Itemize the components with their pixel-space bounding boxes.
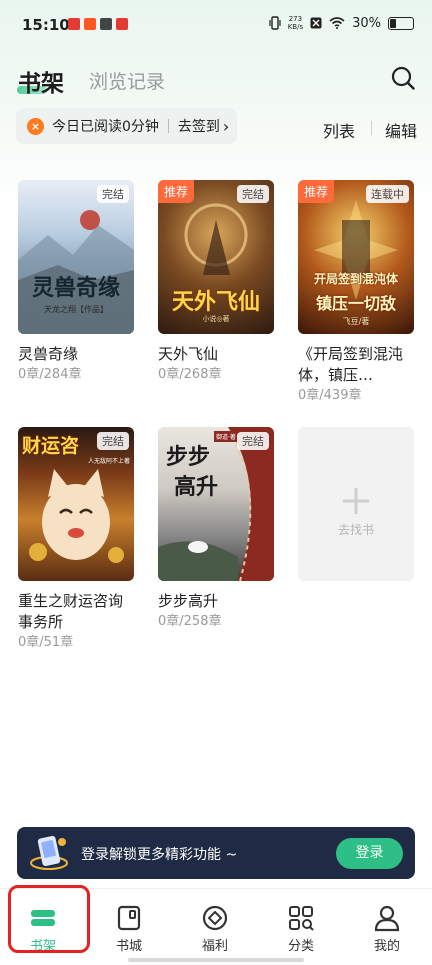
book-cover[interactable]: 财运咨 人无敌阿不上著 完结 bbox=[18, 427, 134, 581]
book-item[interactable]: 开局签到混沌体 镇压一切敌 飞豆/著 推荐 连载中 《开局签到混沌体，镇压… 0… bbox=[298, 180, 414, 405]
reading-time-text: 今日已阅读0分钟 bbox=[52, 119, 159, 135]
nav-label: 我的 bbox=[373, 939, 400, 954]
book-title: 重生之财运咨询事务所 bbox=[18, 592, 124, 631]
search-icon[interactable] bbox=[390, 65, 416, 91]
recommend-badge: 推荐 bbox=[158, 180, 195, 203]
book-cover[interactable]: 天外飞仙 小说◎著 推荐 完结 bbox=[158, 180, 274, 334]
book-progress: 0章/51章 bbox=[18, 635, 74, 650]
cover-title-line2: 镇压一切敌 bbox=[315, 294, 396, 313]
wifi-icon bbox=[329, 17, 345, 29]
bottom-nav: 书架 书城 福利 分类 我的 bbox=[0, 888, 432, 965]
nav-label: 书城 bbox=[115, 939, 142, 954]
cover-title: 天外飞仙 bbox=[171, 289, 260, 315]
status-badge: 完结 bbox=[237, 432, 269, 450]
login-banner-text: 登录解锁更多精彩功能 ~ bbox=[81, 847, 238, 863]
status-badge: 完结 bbox=[237, 185, 269, 203]
book-cover[interactable]: 灵兽奇缘 天龙之翔【作品】 完结 bbox=[18, 180, 134, 334]
book-item[interactable]: 天外飞仙 小说◎著 推荐 完结 天外飞仙 0章/268章 bbox=[158, 180, 274, 384]
cover-author: 人无敌阿不上著 bbox=[87, 458, 130, 465]
bookshelf-icon bbox=[31, 910, 55, 926]
profile-icon bbox=[374, 905, 400, 932]
nav-label: 书架 bbox=[29, 939, 56, 954]
close-circle-icon[interactable]: × bbox=[27, 117, 44, 135]
nfc-icon bbox=[310, 17, 322, 29]
find-book-button[interactable]: 去找书 bbox=[298, 427, 414, 581]
recommend-badge: 推荐 bbox=[298, 180, 335, 203]
net-speed-unit: KB/s bbox=[287, 23, 304, 31]
book-title: 灵兽奇缘 bbox=[18, 345, 79, 363]
cover-title-line1: 开局签到混沌体 bbox=[313, 272, 398, 286]
tab-browse-history[interactable]: 浏览记录 bbox=[89, 67, 165, 94]
book-cover[interactable]: 步步 高升 御道·著 完结 bbox=[158, 427, 274, 581]
status-time: 15:10 bbox=[22, 16, 70, 34]
book-progress: 0章/284章 bbox=[18, 367, 82, 382]
chevron-right-icon: › bbox=[222, 116, 230, 136]
book-progress: 0章/439章 bbox=[298, 388, 362, 403]
book-progress: 0章/258章 bbox=[158, 614, 222, 629]
coin-icon bbox=[202, 905, 228, 931]
shopping-app-icon bbox=[84, 18, 96, 30]
battery-percent: 30% bbox=[352, 15, 381, 31]
book-cover[interactable]: 开局签到混沌体 镇压一切敌 飞豆/著 推荐 连载中 bbox=[298, 180, 414, 334]
cover-title-line1: 步步 bbox=[166, 444, 211, 470]
nav-item-welfare[interactable]: 福利 bbox=[172, 889, 258, 957]
cover-author: 飞豆/著 bbox=[342, 317, 370, 326]
nav-item-bookshelf[interactable]: 书架 bbox=[0, 889, 86, 957]
book-title: 步步高升 bbox=[158, 592, 219, 610]
book-item[interactable]: 灵兽奇缘 天龙之翔【作品】 完结 灵兽奇缘 0章/284章 bbox=[18, 180, 134, 384]
find-book-label: 去找书 bbox=[337, 523, 374, 537]
status-badge: 连载中 bbox=[366, 185, 409, 203]
login-button[interactable]: 登录 bbox=[336, 838, 403, 869]
status-badge: 完结 bbox=[97, 185, 129, 203]
cover-title: 灵兽奇缘 bbox=[31, 275, 120, 301]
checkin-link[interactable]: 去签到 bbox=[178, 116, 220, 136]
cover-title-line2: 高升 bbox=[174, 474, 219, 500]
nav-item-profile[interactable]: 我的 bbox=[344, 889, 430, 957]
cover-author: 小说◎著 bbox=[202, 315, 230, 323]
nav-item-category[interactable]: 分类 bbox=[258, 889, 344, 957]
crown-app-icon bbox=[100, 18, 112, 30]
nav-label: 分类 bbox=[287, 939, 314, 954]
phone-unlock-icon bbox=[30, 835, 68, 870]
battery-icon bbox=[388, 16, 414, 30]
book-item[interactable]: 财运咨 人无敌阿不上著 完结 重生之财运咨询事务所 0章/51章 bbox=[18, 427, 134, 652]
pill-divider bbox=[167, 119, 169, 133]
status-badge: 完结 bbox=[97, 432, 129, 450]
cover-author: 天龙之翔【作品】 bbox=[44, 305, 108, 314]
video-app-icon bbox=[116, 18, 128, 30]
nav-label: 福利 bbox=[201, 939, 228, 954]
plus-icon bbox=[343, 488, 369, 514]
category-icon bbox=[289, 906, 314, 931]
home-indicator[interactable] bbox=[128, 958, 304, 962]
vibrate-icon bbox=[269, 16, 281, 30]
notification-icons bbox=[68, 18, 128, 30]
reading-time-pill: × 今日已阅读0分钟 去签到 › bbox=[16, 108, 237, 144]
nav-item-bookstore[interactable]: 书城 bbox=[86, 889, 172, 957]
net-speed-value: 273 bbox=[288, 15, 303, 23]
status-indicators: 273 KB/s 30% bbox=[269, 15, 414, 31]
net-speed: 273 KB/s bbox=[288, 15, 303, 31]
tab-bookshelf[interactable]: 书架 bbox=[18, 64, 64, 98]
news-app-icon bbox=[68, 18, 80, 30]
edit-button[interactable]: 编辑 bbox=[385, 118, 417, 142]
book-title: 《开局签到混沌体，镇压… bbox=[298, 345, 404, 384]
book-progress: 0章/268章 bbox=[158, 367, 222, 382]
view-divider bbox=[371, 121, 372, 135]
book-item[interactable]: 步步 高升 御道·著 完结 步步高升 0章/258章 bbox=[158, 427, 274, 631]
bookstore-icon bbox=[117, 905, 141, 931]
login-banner[interactable]: 登录解锁更多精彩功能 ~ 登录 bbox=[17, 827, 415, 879]
status-bar: 15:10 273 KB/s 30% bbox=[0, 0, 432, 50]
book-title: 天外飞仙 bbox=[158, 345, 219, 363]
list-view-button[interactable]: 列表 bbox=[323, 118, 355, 142]
cover-author: 御道·著 bbox=[214, 431, 238, 442]
cover-title: 财运咨 bbox=[22, 435, 80, 457]
